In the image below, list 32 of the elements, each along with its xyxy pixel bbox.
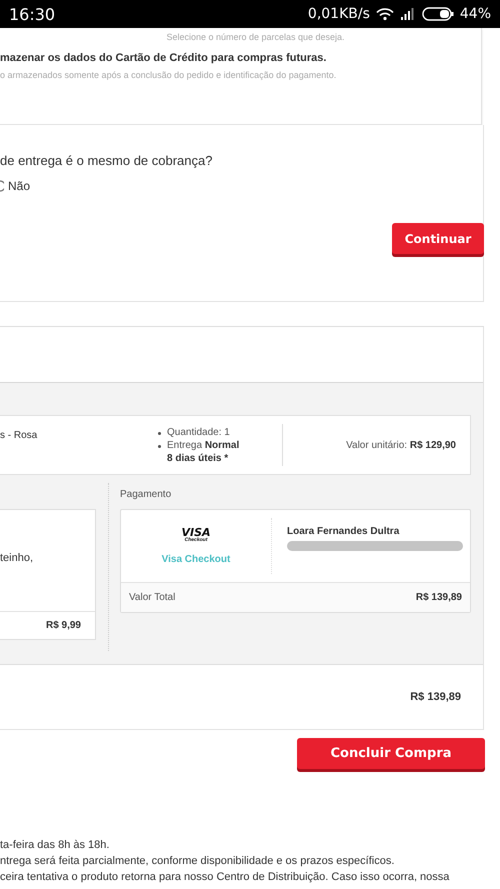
unit-price: Valor unitário: R$ 129,90 bbox=[345, 440, 456, 450]
product-name: s - Rosa bbox=[0, 430, 38, 441]
bullet-icon bbox=[158, 432, 161, 434]
note-text: ceira tentativa o produto retorna para nosso Centro de Distribuição. Caso isso ocorra, nossa bbox=[0, 870, 450, 885]
clock-time: 16:30 bbox=[9, 4, 56, 24]
finish-purchase-button[interactable]: Concluir Compra bbox=[297, 738, 485, 769]
note-text: ntrega será feita parcialmente, conforme disponibilidade e os prazos específicos. bbox=[0, 854, 396, 869]
bullet-icon bbox=[158, 444, 161, 448]
address-question: de entrega é o mesmo de cobrança? bbox=[0, 153, 214, 168]
grand-total: R$ 139,89 bbox=[410, 691, 461, 703]
continue-button[interactable]: Continuar bbox=[392, 223, 484, 254]
card-holder-name: Loara Fernandes Dultra bbox=[287, 526, 400, 537]
battery-level: 44% bbox=[460, 6, 491, 22]
shipping-price: R$ 9,99 bbox=[46, 620, 81, 631]
radio-icon[interactable] bbox=[0, 180, 4, 192]
payment-method: Visa Checkout bbox=[162, 554, 230, 565]
signal-icon bbox=[400, 8, 416, 20]
total-value: R$ 139,89 bbox=[416, 592, 462, 603]
wifi-icon bbox=[376, 8, 394, 20]
network-speed: 0,01KB/s bbox=[308, 6, 370, 22]
shipping-address: teinho, bbox=[0, 552, 34, 564]
note-text: ta-feira das 8h às 18h. bbox=[0, 838, 110, 853]
detail-text: Quantidade: 1 bbox=[167, 426, 230, 438]
payment-heading: Pagamento bbox=[120, 489, 172, 502]
save-card-note: o armazenados somente após a conclusão do pedido e identificação do pagamento. bbox=[0, 70, 338, 80]
save-card-label: mazenar os dados do Cartão de Crédito para compras futuras. bbox=[0, 52, 328, 64]
option-label: Não bbox=[8, 179, 30, 193]
total-label: Valor Total bbox=[129, 592, 176, 603]
detail-text: Entrega Normal bbox=[167, 440, 240, 450]
delivery-time: 8 dias úteis * bbox=[167, 452, 230, 464]
battery-icon bbox=[422, 7, 454, 21]
installments-hint: Selecione o número de parcelas que deseja. bbox=[165, 31, 346, 42]
